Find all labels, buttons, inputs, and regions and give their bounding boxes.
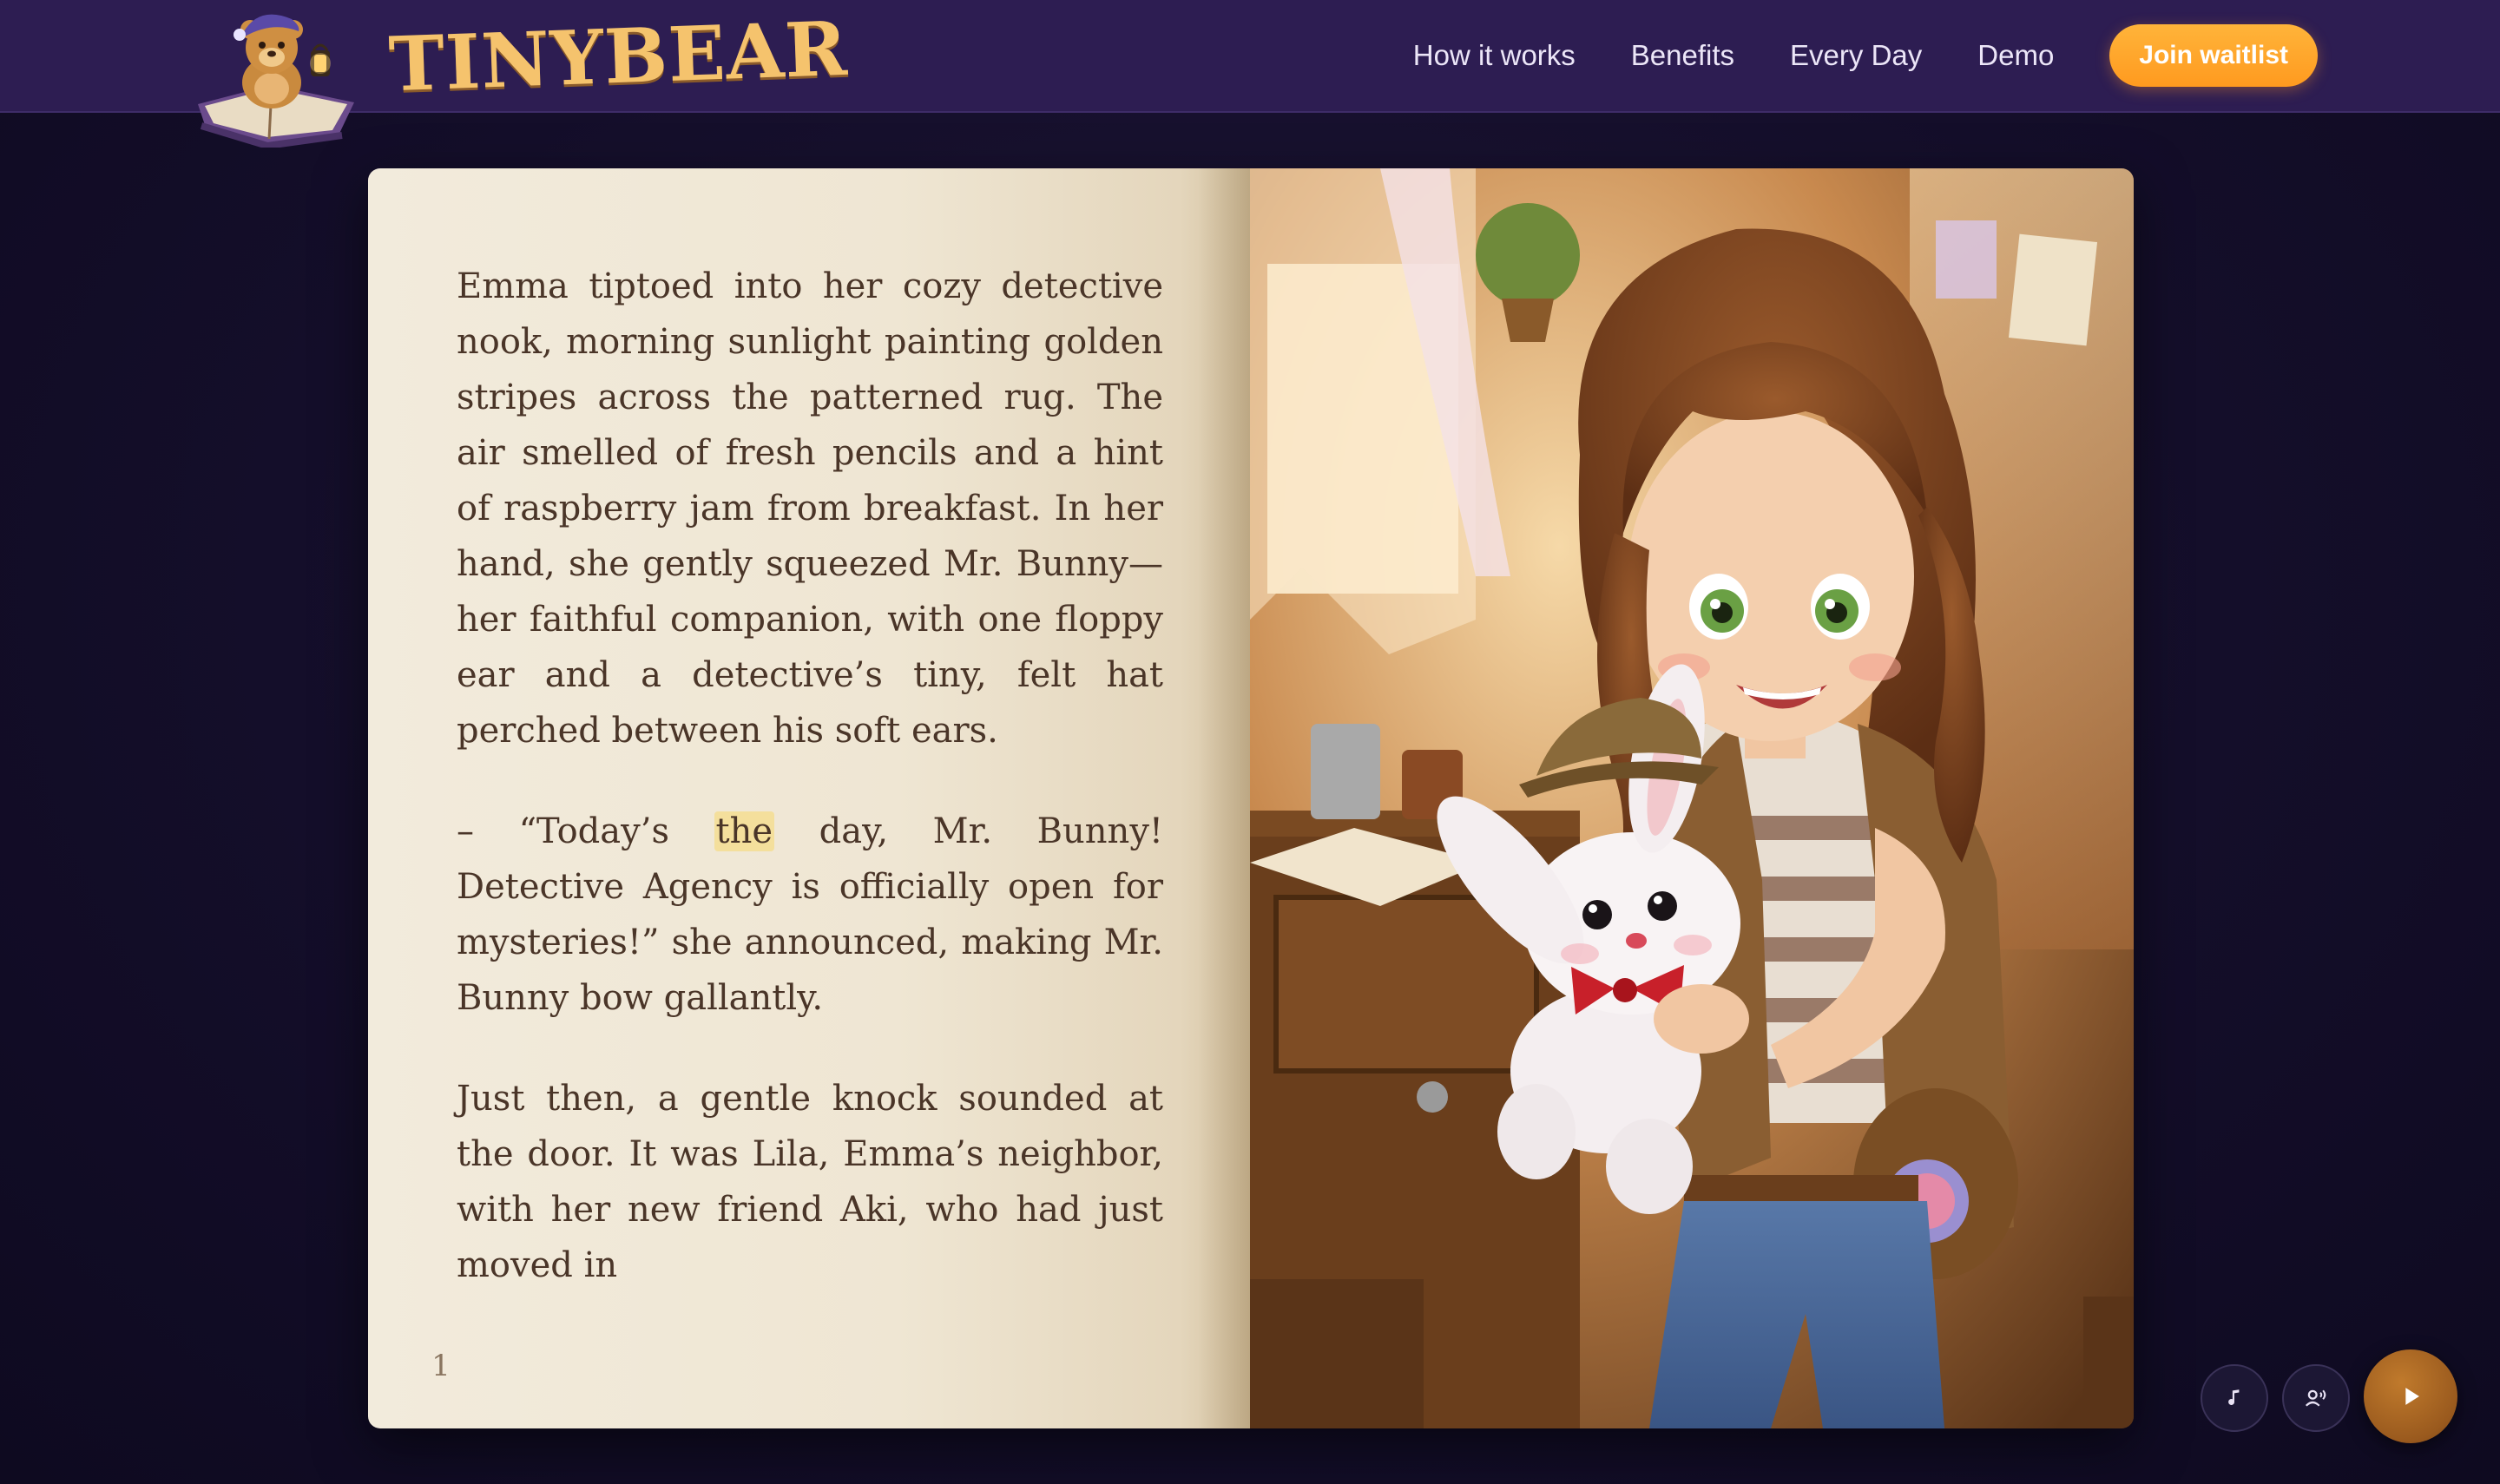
page: TINYBEAR How it works Benefits Every Day… bbox=[0, 0, 2500, 1484]
voice-narrator-button[interactable] bbox=[2282, 1364, 2350, 1432]
story-paragraph-1: Emma tiptoed into her cozy detective noo… bbox=[457, 266, 1163, 751]
story-paragraph-2-start: – “Today’s bbox=[457, 811, 714, 851]
music-toggle-button[interactable] bbox=[2201, 1364, 2268, 1432]
music-note-icon bbox=[2228, 1389, 2240, 1405]
story-paragraph-2: – “Today’s the day, Mr. Bunny! Detective… bbox=[457, 804, 1163, 1026]
voice-narrator-icon bbox=[2305, 1389, 2326, 1407]
nav-link-demo[interactable]: Demo bbox=[1977, 39, 2054, 72]
story-text-page: Emma tiptoed into her cozy detective noo… bbox=[368, 168, 1250, 1428]
nav-link-how-it-works[interactable]: How it works bbox=[1413, 39, 1576, 72]
bear-mascot-logo bbox=[198, 14, 354, 148]
story-text: Emma tiptoed into her cozy detective noo… bbox=[457, 259, 1163, 1338]
narration-highlight-word: the bbox=[714, 811, 775, 851]
brand-wordmark: TINYBEAR bbox=[387, 4, 850, 109]
nav-link-benefits[interactable]: Benefits bbox=[1631, 39, 1734, 72]
play-icon bbox=[2405, 1388, 2419, 1405]
join-waitlist-button[interactable]: Join waitlist bbox=[2109, 24, 2318, 87]
top-navbar: TINYBEAR How it works Benefits Every Day… bbox=[0, 0, 2500, 148]
main-nav: How it works Benefits Every Day Demo Joi… bbox=[1358, 23, 2318, 89]
story-paragraph-3: Just then, a gentle knock sounded at the… bbox=[457, 1079, 1163, 1285]
page-number: 1 bbox=[431, 1349, 451, 1383]
girl-with-bunny-illustration bbox=[1250, 168, 2134, 1428]
logo-link[interactable]: TINYBEAR bbox=[189, 5, 849, 148]
nav-link-every-day[interactable]: Every Day bbox=[1790, 39, 1922, 72]
storybook: Emma tiptoed into her cozy detective noo… bbox=[368, 168, 2134, 1428]
play-narration-button[interactable] bbox=[2364, 1349, 2457, 1443]
